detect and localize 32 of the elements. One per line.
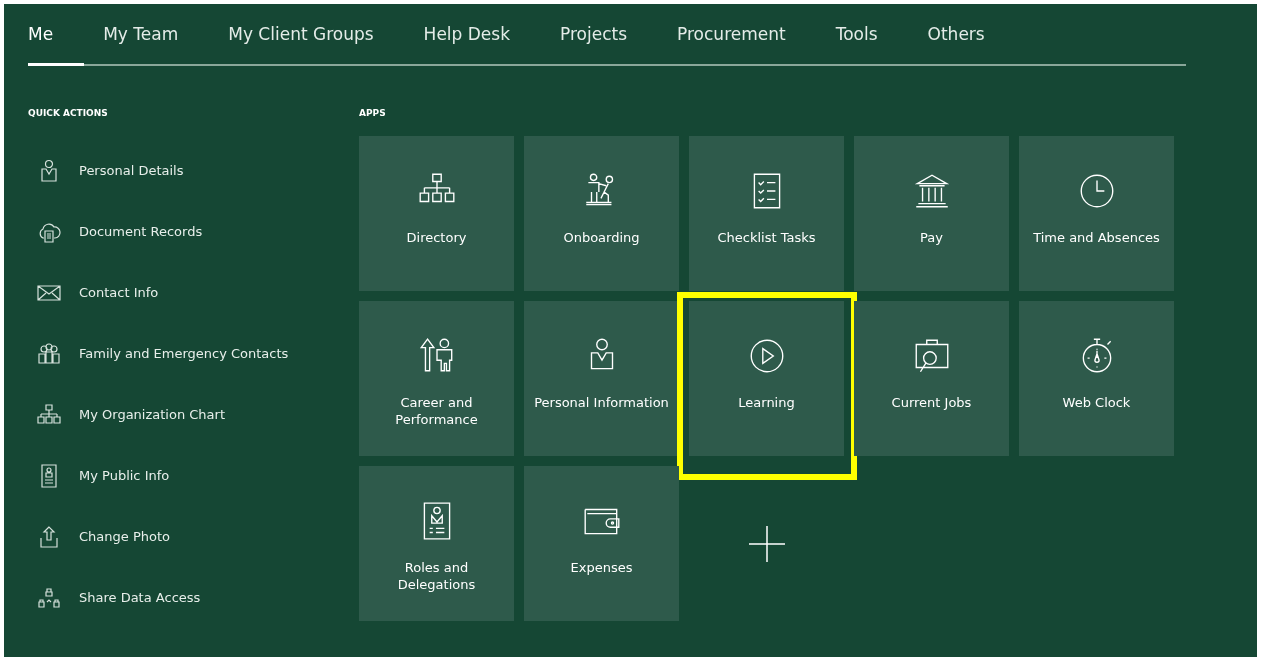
app-tile[interactable]: Career and Performance xyxy=(359,301,514,456)
quick-action-link[interactable]: Change Photo xyxy=(28,506,359,567)
nav-tab[interactable]: Tools xyxy=(835,4,878,66)
app-tile[interactable]: Checklist Tasks xyxy=(689,136,844,291)
nav-tab[interactable]: My Team xyxy=(103,4,179,66)
quick-action-link[interactable]: Document Records xyxy=(28,201,359,262)
nav-tab[interactable]: Procurement xyxy=(677,4,786,66)
app-tile[interactable]: Web Clock xyxy=(1019,301,1174,456)
app-tile[interactable]: Directory xyxy=(359,136,514,291)
nav-tab[interactable]: Help Desk xyxy=(423,4,510,66)
quick-action-link[interactable]: Contact Info xyxy=(28,262,359,323)
quick-action-link[interactable]: Family and Emergency Contacts xyxy=(28,323,359,384)
section-heading: APPS xyxy=(359,108,387,118)
people-group-icon xyxy=(36,340,62,367)
app-tile[interactable]: Pay xyxy=(854,136,1009,291)
plus-icon[interactable] xyxy=(748,525,785,562)
quick-action-link[interactable]: Share Data Access xyxy=(28,567,359,628)
app-tile[interactable]: Expenses xyxy=(524,466,679,621)
app-tile[interactable]: Learning xyxy=(689,301,844,456)
app-tile[interactable]: Time and Absences xyxy=(1019,136,1174,291)
nav-tab[interactable]: Projects xyxy=(560,4,628,66)
section-heading: QUICK ACTIONS xyxy=(28,108,109,118)
app-tile[interactable]: Onboarding xyxy=(524,136,679,291)
app-tile[interactable]: Roles and Delegations xyxy=(359,466,514,621)
quick-action-link[interactable]: My Organization Chart xyxy=(28,384,359,445)
nav-tab[interactable]: Others xyxy=(927,4,985,66)
app-tile[interactable]: Current Jobs xyxy=(854,301,1009,456)
app-tile[interactable]: Personal Information xyxy=(524,301,679,456)
nav-tab[interactable]: My Client Groups xyxy=(228,4,374,66)
quick-action-link[interactable]: My Public Info xyxy=(28,445,359,506)
quick-action-link[interactable]: Personal Details xyxy=(28,140,359,201)
nav-tab[interactable]: Me xyxy=(28,4,85,66)
